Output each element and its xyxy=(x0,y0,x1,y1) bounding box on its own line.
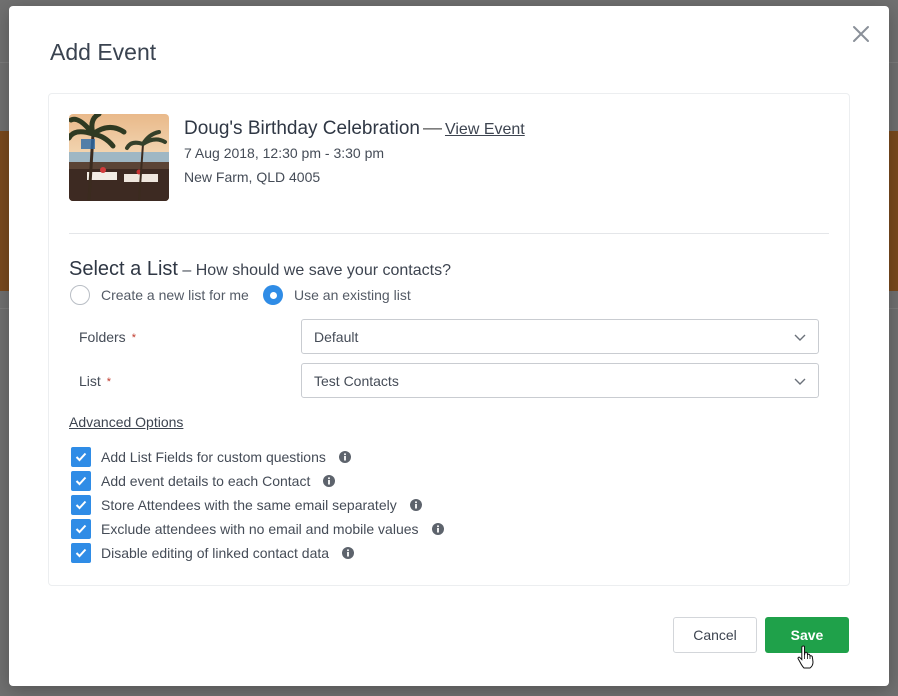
chevron-down-icon xyxy=(794,376,806,386)
option-label: Exclude attendees with no email and mobi… xyxy=(101,521,419,537)
checkbox-checked[interactable] xyxy=(71,447,91,467)
option-store-attendees-separately: Store Attendees with the same email sepa… xyxy=(71,495,422,515)
option-label: Store Attendees with the same email sepa… xyxy=(101,497,397,513)
close-icon[interactable] xyxy=(851,24,871,44)
radio-create-new-list[interactable]: Create a new list for me xyxy=(70,285,249,305)
option-label: Add event details to each Contact xyxy=(101,473,311,489)
event-panel: Doug's Birthday Celebration — View Event 7… xyxy=(48,93,850,586)
view-event-link[interactable]: View Event xyxy=(445,121,525,138)
radio-unchecked[interactable] xyxy=(70,285,90,305)
select-list-title: Select a List xyxy=(69,258,178,280)
option-add-event-details: Add event details to each Contact xyxy=(71,471,336,491)
option-exclude-no-email-mobile: Exclude attendees with no email and mobi… xyxy=(71,519,444,539)
info-icon[interactable] xyxy=(342,547,355,559)
required-marker: * xyxy=(106,376,112,388)
title-separator: — xyxy=(422,118,442,139)
option-label: Add List Fields for custom questions xyxy=(101,449,326,465)
folders-label-text: Folders xyxy=(79,329,126,345)
radio-use-existing-list[interactable]: Use an existing list xyxy=(263,285,411,305)
radio-label: Use an existing list xyxy=(294,287,411,303)
list-label: List * xyxy=(79,373,111,389)
option-add-list-fields: Add List Fields for custom questions xyxy=(71,447,351,467)
event-thumbnail xyxy=(69,114,169,201)
option-label: Disable editing of linked contact data xyxy=(101,545,330,561)
list-select[interactable]: Test Contacts xyxy=(301,363,819,398)
info-icon[interactable] xyxy=(323,475,336,487)
checkbox-checked[interactable] xyxy=(71,471,91,491)
chevron-down-icon xyxy=(794,332,806,342)
checkbox-checked[interactable] xyxy=(71,543,91,563)
list-select-value: Test Contacts xyxy=(314,372,399,389)
panel-divider xyxy=(69,233,829,234)
cancel-button[interactable]: Cancel xyxy=(673,617,757,653)
add-event-modal: Add Event Doug's Birthday Celebration — … xyxy=(9,6,889,686)
checkbox-checked[interactable] xyxy=(71,519,91,539)
option-disable-editing-linked-data: Disable editing of linked contact data xyxy=(71,543,355,563)
modal-title: Add Event xyxy=(50,39,157,65)
event-title-row: Doug's Birthday Celebration — View Event xyxy=(184,118,525,140)
event-date: 7 Aug 2018, 12:30 pm - 3:30 pm xyxy=(184,145,385,161)
event-name: Doug's Birthday Celebration xyxy=(184,118,420,139)
folders-select[interactable]: Default xyxy=(301,319,819,354)
list-label-text: List xyxy=(79,373,101,389)
folders-select-value: Default xyxy=(314,328,359,345)
select-list-heading: Select a List – How should we save your … xyxy=(69,258,451,281)
checkbox-checked[interactable] xyxy=(71,495,91,515)
radio-label: Create a new list for me xyxy=(101,287,249,303)
folders-label: Folders * xyxy=(79,329,136,345)
required-marker: * xyxy=(131,332,136,344)
event-location: New Farm, QLD 4005 xyxy=(184,169,321,185)
info-icon[interactable] xyxy=(338,451,351,463)
hand-pointer-cursor-icon xyxy=(797,645,815,669)
advanced-options-link[interactable]: Advanced Options xyxy=(69,414,183,430)
info-icon[interactable] xyxy=(431,523,444,535)
info-icon[interactable] xyxy=(409,499,422,511)
radio-checked[interactable] xyxy=(263,285,283,305)
select-list-subtitle: – How should we save your contacts? xyxy=(177,262,451,279)
